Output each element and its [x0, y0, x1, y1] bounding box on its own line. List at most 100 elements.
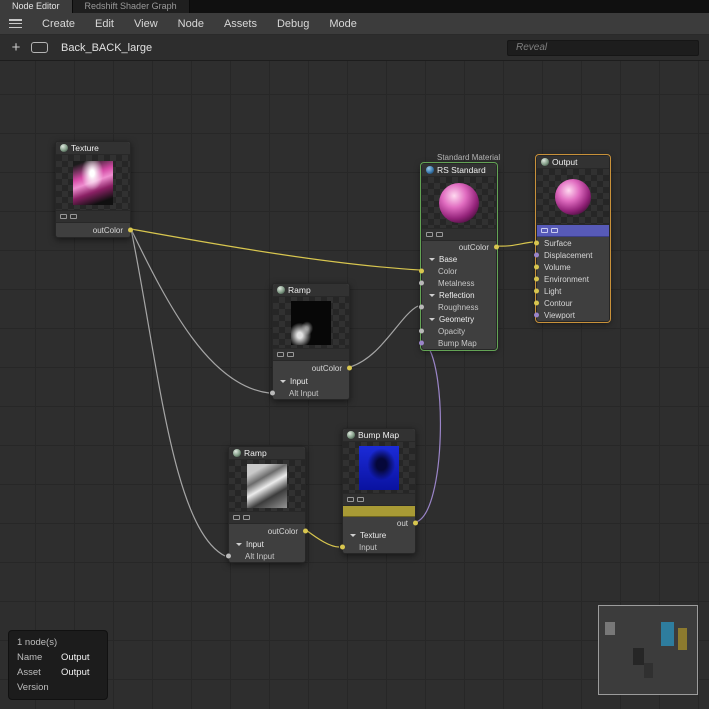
node-ramp-2[interactable]: Ramp outColor Input Alt Input: [226, 446, 308, 563]
reveal-search-input[interactable]: [507, 39, 699, 56]
attr-row-roughness[interactable]: Roughness: [419, 301, 496, 313]
wire-ramp2-to-bump-input[interactable]: [305, 529, 340, 548]
attr-row-volume[interactable]: Volume: [534, 261, 609, 273]
menu-node[interactable]: Node: [168, 15, 214, 33]
port-opacity[interactable]: [419, 328, 424, 334]
attr-row-input[interactable]: Input: [340, 541, 415, 553]
port-roughness[interactable]: [419, 304, 424, 310]
port-outcolor[interactable]: [128, 227, 133, 233]
wire-texture-to-ramp2-altinput[interactable]: [130, 228, 226, 557]
node-texture[interactable]: Texture outColor: [55, 141, 133, 238]
attr-row-environment[interactable]: Environment: [534, 273, 609, 285]
tab-node-editor[interactable]: Node Editor: [0, 0, 73, 13]
wire-ramp1-to-roughness[interactable]: [349, 305, 419, 368]
node-ramp-1[interactable]: Ramp outColor Input Alt Input: [270, 283, 352, 400]
monitor-icon[interactable]: [436, 232, 443, 237]
port-metalness[interactable]: [419, 280, 424, 286]
port-row-outcolor[interactable]: outColor: [229, 524, 308, 538]
port-displacement[interactable]: [534, 252, 539, 258]
port-alt-input[interactable]: [270, 390, 275, 396]
port-row-out[interactable]: out: [343, 517, 418, 529]
swatch-icon[interactable]: [347, 497, 354, 502]
port-contour[interactable]: [534, 300, 539, 306]
node-graph-canvas[interactable]: Texture outColor Ramp outColor Input Alt…: [0, 61, 709, 709]
tab-redshift-shader-graph[interactable]: Redshift Shader Graph: [72, 0, 190, 13]
attr-row-alt-input[interactable]: Alt Input: [270, 387, 349, 399]
port-alt-input[interactable]: [226, 553, 231, 559]
attr-section-input[interactable]: Input: [273, 375, 349, 387]
port-color[interactable]: [419, 268, 424, 274]
port-bump-map[interactable]: [419, 340, 424, 346]
port-volume[interactable]: [534, 264, 539, 270]
attr-row-alt-input[interactable]: Alt Input: [226, 550, 305, 562]
create-tab-shape-icon[interactable]: [31, 42, 48, 53]
wire-rsstandard-to-surface[interactable]: [496, 241, 534, 247]
menu-mode[interactable]: Mode: [319, 15, 367, 33]
swatch-icon[interactable]: [426, 232, 433, 237]
port-environment[interactable]: [534, 276, 539, 282]
node-title-bar[interactable]: Bump Map: [343, 429, 415, 442]
minimap-node-rect: [633, 648, 644, 665]
port-input[interactable]: [340, 544, 345, 550]
monitor-icon[interactable]: [357, 497, 364, 502]
port-outcolor[interactable]: [494, 244, 499, 250]
port-row-outcolor[interactable]: outColor: [273, 361, 352, 375]
port-outcolor[interactable]: [303, 528, 308, 534]
monitor-icon[interactable]: [70, 214, 77, 219]
attr-row-light[interactable]: Light: [534, 285, 609, 297]
info-label-version: Version: [17, 682, 49, 693]
menu-assets[interactable]: Assets: [214, 15, 267, 33]
node-title-bar[interactable]: Output: [537, 156, 609, 169]
menu-view[interactable]: View: [124, 15, 168, 33]
add-node-icon[interactable]: +: [9, 40, 23, 55]
attr-row-surface[interactable]: Surface: [534, 237, 609, 249]
port-viewport[interactable]: [534, 312, 539, 318]
hamburger-menu-icon[interactable]: [9, 19, 22, 28]
monitor-icon[interactable]: [243, 515, 250, 520]
attr-row-displacement[interactable]: Displacement: [534, 249, 609, 261]
port-row-outcolor[interactable]: outColor: [56, 223, 133, 237]
wire-texture-to-color[interactable]: [130, 228, 421, 271]
attr-section-input[interactable]: Input: [229, 538, 305, 550]
node-rs-standard[interactable]: RS Standard outColor Base Color Metalnes…: [419, 162, 499, 351]
monitor-icon[interactable]: [551, 228, 558, 233]
swatch-icon[interactable]: [277, 352, 284, 357]
node-thumbnail: [422, 177, 496, 229]
attr-section-reflection[interactable]: Reflection: [422, 289, 496, 301]
menu-create[interactable]: Create: [32, 15, 85, 33]
swatch-icon[interactable]: [60, 214, 67, 219]
port-outcolor[interactable]: [347, 365, 352, 371]
attr-section-base[interactable]: Base: [422, 253, 496, 265]
caret-down-icon: [429, 317, 435, 321]
attr-row-metalness[interactable]: Metalness: [419, 277, 496, 289]
attr-section-geometry[interactable]: Geometry: [422, 313, 496, 325]
attr-row-contour[interactable]: Contour: [534, 297, 609, 309]
node-bump-map[interactable]: Bump Map out Texture Input: [340, 428, 418, 554]
port-surface[interactable]: [534, 240, 539, 246]
swatch-icon[interactable]: [541, 228, 548, 233]
node-title-bar[interactable]: Texture: [56, 142, 130, 155]
node-title-bar[interactable]: Ramp: [229, 447, 305, 460]
wire-texture-to-ramp1-altinput[interactable]: [130, 228, 270, 394]
attr-row-color[interactable]: Color: [419, 265, 496, 277]
attr-label: Contour: [544, 298, 573, 308]
port-out[interactable]: [413, 520, 418, 526]
node-icon-strip: [56, 211, 130, 223]
attr-row-viewport[interactable]: Viewport: [534, 309, 609, 321]
menu-debug[interactable]: Debug: [267, 15, 319, 33]
port-light[interactable]: [534, 288, 539, 294]
attr-label: Input: [246, 539, 264, 549]
node-output[interactable]: Output Surface Displacement Volume Envir…: [534, 154, 611, 323]
monitor-icon[interactable]: [287, 352, 294, 357]
attr-row-bump-map[interactable]: Bump Map: [419, 337, 496, 349]
node-title-bar[interactable]: RS Standard: [422, 164, 496, 177]
wire-bump-to-bumpmap[interactable]: [415, 341, 442, 523]
attr-row-opacity[interactable]: Opacity: [419, 325, 496, 337]
swatch-icon[interactable]: [233, 515, 240, 520]
navigator-minimap[interactable]: [598, 605, 698, 695]
node-title-bar[interactable]: Ramp: [273, 284, 349, 297]
minimap-node-rect: [644, 663, 653, 678]
attr-section-texture[interactable]: Texture: [343, 529, 415, 541]
port-row-outcolor[interactable]: outColor: [422, 241, 499, 253]
menu-edit[interactable]: Edit: [85, 15, 124, 33]
